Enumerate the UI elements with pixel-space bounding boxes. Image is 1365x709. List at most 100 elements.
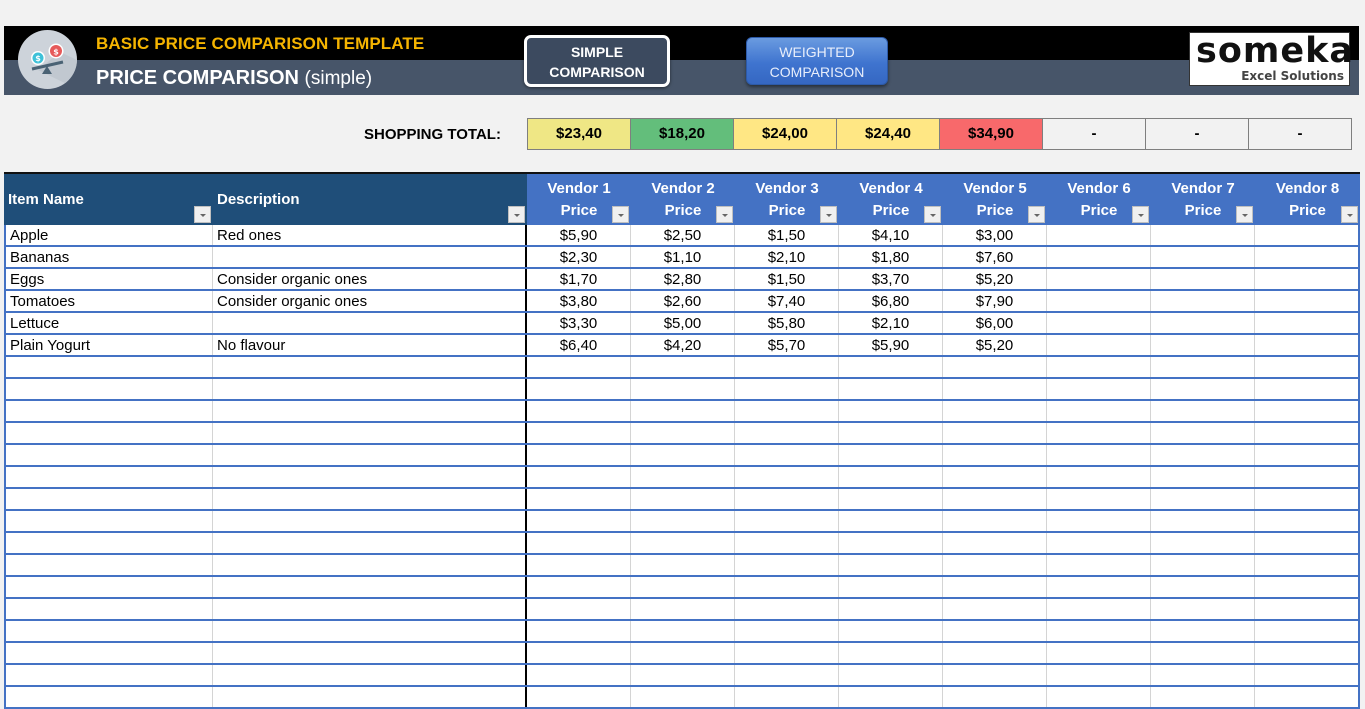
- vendor-3-price-cell[interactable]: [735, 643, 839, 663]
- vendor-8-price-cell[interactable]: [1255, 555, 1360, 575]
- vendor-8-price-cell[interactable]: [1255, 599, 1360, 619]
- vendor-4-price-cell[interactable]: [839, 687, 943, 707]
- vendor-1-price-cell[interactable]: $3,30: [527, 313, 631, 333]
- vendor-6-price-cell[interactable]: [1047, 665, 1151, 685]
- vendor-5-price-cell[interactable]: $7,60: [943, 247, 1047, 267]
- item-name-cell[interactable]: Tomatoes: [4, 291, 213, 311]
- vendor-7-price-cell[interactable]: [1151, 599, 1255, 619]
- vendor-5-price-cell[interactable]: [943, 621, 1047, 641]
- vendor-3-price-cell[interactable]: [735, 467, 839, 487]
- vendor-8-price-cell[interactable]: [1255, 269, 1360, 289]
- vendor-7-price-cell[interactable]: [1151, 335, 1255, 355]
- vendor-5-price-cell[interactable]: [943, 445, 1047, 465]
- item-name-cell[interactable]: [4, 687, 213, 707]
- vendor-1-price-cell[interactable]: $5,90: [527, 225, 631, 245]
- filter-dropdown-icon[interactable]: [820, 206, 837, 223]
- vendor-6-price-cell[interactable]: [1047, 687, 1151, 707]
- vendor-1-price-cell[interactable]: [527, 665, 631, 685]
- vendor-8-price-cell[interactable]: [1255, 335, 1360, 355]
- vendor-2-price-cell[interactable]: [631, 555, 735, 575]
- vendor-3-price-cell[interactable]: [735, 687, 839, 707]
- vendor-1-price-cell[interactable]: [527, 489, 631, 509]
- vendor-3-price-cell[interactable]: $1,50: [735, 269, 839, 289]
- vendor-6-price-cell[interactable]: [1047, 445, 1151, 465]
- vendor-7-price-cell[interactable]: [1151, 467, 1255, 487]
- vendor-1-price-cell[interactable]: [527, 621, 631, 641]
- vendor-3-price-cell[interactable]: [735, 599, 839, 619]
- vendor-5-price-cell[interactable]: [943, 599, 1047, 619]
- item-name-cell[interactable]: [4, 577, 213, 597]
- vendor-4-price-cell[interactable]: $4,10: [839, 225, 943, 245]
- vendor-7-price-cell[interactable]: [1151, 445, 1255, 465]
- description-cell[interactable]: [213, 357, 527, 377]
- vendor-5-price-cell[interactable]: $5,20: [943, 335, 1047, 355]
- description-cell[interactable]: [213, 489, 527, 509]
- vendor-2-price-cell[interactable]: $4,20: [631, 335, 735, 355]
- vendor-7-price-cell[interactable]: [1151, 577, 1255, 597]
- vendor-5-price-cell[interactable]: [943, 643, 1047, 663]
- vendor-2-price-cell[interactable]: $2,60: [631, 291, 735, 311]
- vendor-4-price-cell[interactable]: [839, 401, 943, 421]
- description-cell[interactable]: Consider organic ones: [213, 291, 527, 311]
- vendor-6-price-cell[interactable]: [1047, 621, 1151, 641]
- description-cell[interactable]: [213, 621, 527, 641]
- vendor-6-price-cell[interactable]: [1047, 489, 1151, 509]
- vendor-2-price-cell[interactable]: [631, 467, 735, 487]
- vendor-7-price-cell[interactable]: [1151, 247, 1255, 267]
- vendor-1-price-cell[interactable]: [527, 643, 631, 663]
- vendor-3-price-cell[interactable]: $5,70: [735, 335, 839, 355]
- vendor-8-price-cell[interactable]: [1255, 379, 1360, 399]
- vendor-7-price-cell[interactable]: [1151, 665, 1255, 685]
- description-cell[interactable]: [213, 665, 527, 685]
- vendor-8-price-cell[interactable]: [1255, 423, 1360, 443]
- vendor-2-price-cell[interactable]: [631, 665, 735, 685]
- vendor-6-price-cell[interactable]: [1047, 533, 1151, 553]
- vendor-3-price-cell[interactable]: [735, 665, 839, 685]
- vendor-7-price-cell[interactable]: [1151, 423, 1255, 443]
- vendor-5-price-cell[interactable]: $7,90: [943, 291, 1047, 311]
- vendor-1-price-cell[interactable]: [527, 599, 631, 619]
- vendor-7-price-cell[interactable]: [1151, 533, 1255, 553]
- description-cell[interactable]: [213, 555, 527, 575]
- filter-dropdown-icon[interactable]: [1132, 206, 1149, 223]
- item-name-cell[interactable]: [4, 401, 213, 421]
- item-name-cell[interactable]: [4, 511, 213, 531]
- vendor-1-price-cell[interactable]: [527, 533, 631, 553]
- vendor-8-price-cell[interactable]: [1255, 313, 1360, 333]
- item-name-cell[interactable]: [4, 357, 213, 377]
- vendor-6-price-cell[interactable]: [1047, 269, 1151, 289]
- vendor-4-price-cell[interactable]: $1,80: [839, 247, 943, 267]
- filter-dropdown-icon[interactable]: [716, 206, 733, 223]
- vendor-5-price-cell[interactable]: [943, 401, 1047, 421]
- vendor-6-price-cell[interactable]: [1047, 379, 1151, 399]
- description-cell[interactable]: [213, 423, 527, 443]
- filter-dropdown-icon[interactable]: [508, 206, 525, 223]
- vendor-4-price-cell[interactable]: [839, 621, 943, 641]
- vendor-2-price-cell[interactable]: $2,50: [631, 225, 735, 245]
- vendor-3-price-cell[interactable]: [735, 445, 839, 465]
- vendor-4-price-cell[interactable]: [839, 467, 943, 487]
- item-name-cell[interactable]: [4, 423, 213, 443]
- vendor-4-price-cell[interactable]: $3,70: [839, 269, 943, 289]
- vendor-8-price-cell[interactable]: [1255, 577, 1360, 597]
- vendor-3-price-cell[interactable]: [735, 533, 839, 553]
- vendor-6-price-cell[interactable]: [1047, 555, 1151, 575]
- filter-dropdown-icon[interactable]: [1236, 206, 1253, 223]
- vendor-6-price-cell[interactable]: [1047, 643, 1151, 663]
- vendor-4-price-cell[interactable]: [839, 489, 943, 509]
- vendor-1-price-cell[interactable]: [527, 423, 631, 443]
- vendor-7-price-cell[interactable]: [1151, 379, 1255, 399]
- vendor-4-price-cell[interactable]: [839, 665, 943, 685]
- vendor-1-price-cell[interactable]: $2,30: [527, 247, 631, 267]
- vendor-8-price-cell[interactable]: [1255, 291, 1360, 311]
- vendor-8-price-cell[interactable]: [1255, 445, 1360, 465]
- filter-dropdown-icon[interactable]: [612, 206, 629, 223]
- vendor-2-price-cell[interactable]: [631, 511, 735, 531]
- vendor-8-price-cell[interactable]: [1255, 687, 1360, 707]
- vendor-1-price-cell[interactable]: [527, 445, 631, 465]
- vendor-5-price-cell[interactable]: [943, 489, 1047, 509]
- description-cell[interactable]: [213, 643, 527, 663]
- item-name-cell[interactable]: Plain Yogurt: [4, 335, 213, 355]
- vendor-7-price-cell[interactable]: [1151, 621, 1255, 641]
- vendor-7-price-cell[interactable]: [1151, 269, 1255, 289]
